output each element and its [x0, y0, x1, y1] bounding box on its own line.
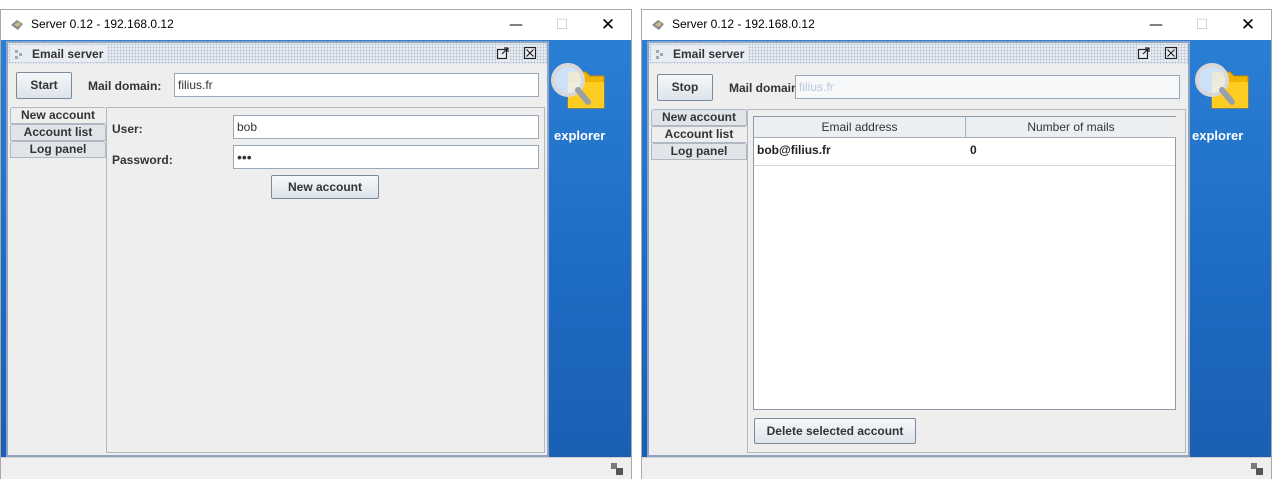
- cell-mail-count[interactable]: 0: [970, 143, 977, 157]
- new-account-button[interactable]: New account: [271, 175, 379, 199]
- mail-domain-input: filius.fr: [795, 75, 1180, 99]
- resize-grip-icon[interactable]: [1251, 463, 1263, 475]
- tab-new-account[interactable]: New account: [10, 107, 106, 124]
- mail-domain-label: Mail domain:: [88, 79, 162, 93]
- magnifier-folder-icon[interactable]: [1190, 58, 1250, 112]
- app-icon: [11, 20, 23, 30]
- email-server-frame: Email server St: [6, 41, 549, 457]
- cell-email[interactable]: bob@filius.fr: [757, 143, 831, 157]
- tab-log-panel[interactable]: Log panel: [651, 143, 747, 160]
- window-titlebar[interactable]: Server 0.12 - 192.168.0.12 — ☐ ✕: [1, 10, 631, 40]
- close-icon[interactable]: ✕: [1225, 10, 1271, 40]
- status-bar: [642, 457, 1271, 479]
- frame-icon: [656, 49, 663, 59]
- table-row-separator: [754, 165, 1175, 166]
- left-screenshot-pane: Server 0.12 - 192.168.0.12 — ☐ ✕ explore…: [0, 0, 632, 479]
- minimize-icon[interactable]: —: [493, 10, 539, 40]
- desktop-icon-label[interactable]: explorer: [1192, 128, 1243, 143]
- magnifier-folder-icon[interactable]: [546, 58, 606, 112]
- mail-domain-label: Mail domain:: [729, 81, 803, 95]
- desktop-icon-label[interactable]: explorer: [554, 128, 605, 143]
- tab-panel: Email address Number of mails bob@filius…: [747, 109, 1186, 453]
- delete-account-button[interactable]: Delete selected account: [754, 418, 916, 444]
- user-input[interactable]: bob: [233, 115, 539, 139]
- maximize-icon[interactable]: ☐: [1179, 10, 1225, 40]
- password-input[interactable]: •••: [233, 145, 539, 169]
- column-header-email[interactable]: Email address: [754, 117, 966, 138]
- accounts-table[interactable]: Email address Number of mails bob@filius…: [753, 116, 1176, 410]
- server-window: Server 0.12 - 192.168.0.12 — ☐ ✕ explore…: [641, 9, 1272, 479]
- stop-button[interactable]: Stop: [657, 74, 713, 101]
- server-window: Server 0.12 - 192.168.0.12 — ☐ ✕ explore…: [0, 9, 632, 479]
- tab-panel: User: bob Password: ••• New account: [106, 107, 545, 453]
- frame-close-icon[interactable]: [1164, 46, 1178, 60]
- tab-account-list[interactable]: Account list: [10, 124, 106, 141]
- window-title: Server 0.12 - 192.168.0.12: [31, 17, 174, 31]
- desktop-area: explorer Email server: [642, 40, 1271, 457]
- user-label: User:: [112, 122, 143, 136]
- resize-grip-icon[interactable]: [611, 463, 623, 475]
- frame-close-icon[interactable]: [523, 46, 537, 60]
- tab-account-list[interactable]: Account list: [651, 126, 747, 143]
- window-title: Server 0.12 - 192.168.0.12: [672, 17, 815, 31]
- status-bar: [1, 457, 631, 479]
- maximize-icon[interactable]: ☐: [539, 10, 585, 40]
- column-header-mail-count[interactable]: Number of mails: [966, 117, 1176, 138]
- pane-divider: [632, 0, 641, 479]
- frame-icon: [15, 49, 22, 59]
- tab-new-account[interactable]: New account: [651, 109, 747, 126]
- password-label: Password:: [112, 153, 173, 167]
- close-icon[interactable]: ✕: [585, 10, 631, 40]
- frame-titlebar[interactable]: Email server: [649, 43, 1188, 64]
- detach-icon[interactable]: [1137, 46, 1151, 60]
- detach-icon[interactable]: [496, 46, 510, 60]
- start-button[interactable]: Start: [16, 72, 72, 99]
- desktop-area: explorer Email server: [1, 40, 631, 457]
- minimize-icon[interactable]: —: [1133, 10, 1179, 40]
- email-server-frame: Email server St: [647, 41, 1190, 457]
- frame-title: Email server: [32, 46, 104, 61]
- frame-title: Email server: [673, 46, 745, 61]
- app-icon: [652, 20, 664, 30]
- mail-domain-input[interactable]: filius.fr: [174, 73, 539, 97]
- right-screenshot-pane: Server 0.12 - 192.168.0.12 — ☐ ✕ explore…: [641, 0, 1272, 479]
- tab-log-panel[interactable]: Log panel: [10, 141, 106, 158]
- frame-titlebar[interactable]: Email server: [8, 43, 547, 64]
- window-titlebar[interactable]: Server 0.12 - 192.168.0.12 — ☐ ✕: [642, 10, 1271, 40]
